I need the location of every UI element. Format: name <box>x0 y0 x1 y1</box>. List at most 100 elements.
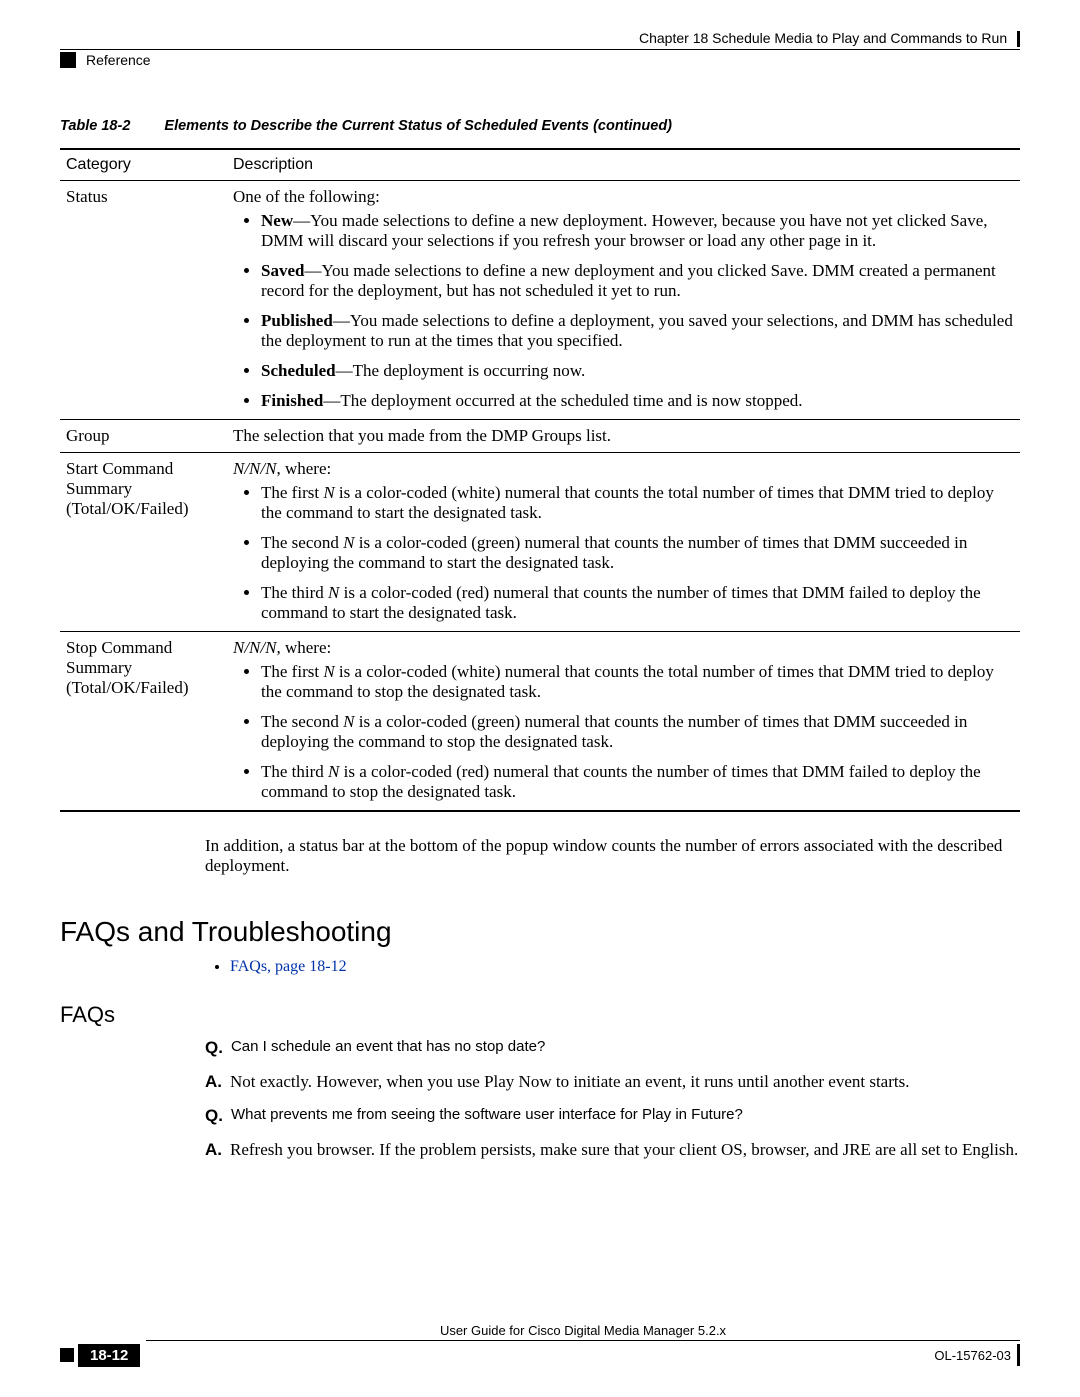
col-header-description: Description <box>227 149 1020 181</box>
footer-docid: OL-15762-03 <box>934 1348 1011 1363</box>
start-suffix: , where: <box>276 459 331 478</box>
list-item: The second N is a color-coded (green) nu… <box>261 533 1014 573</box>
status-new-text: —You made selections to define a new dep… <box>261 211 988 250</box>
stop-third-post: is a color-coded (red) numeral that coun… <box>261 762 981 801</box>
a1-text: Not exactly. However, when you use Play … <box>230 1072 909 1092</box>
heading-faqs: FAQs <box>60 1002 1020 1028</box>
header-bar-icon <box>1017 31 1020 47</box>
table-row-start: Start Command Summary (Total/OK/Failed) … <box>60 453 1020 632</box>
list-item: The second N is a color-coded (green) nu… <box>261 712 1014 752</box>
n-ital: N <box>323 662 334 681</box>
header-rule <box>60 49 1020 50</box>
table-caption-title: Elements to Describe the Current Status … <box>164 118 672 134</box>
table-row-status: Status One of the following: New—You mad… <box>60 181 1020 420</box>
q-label: Q. <box>205 1038 223 1058</box>
list-item: The third N is a color-coded (red) numer… <box>261 762 1014 802</box>
table-caption: Table 18-2 Elements to Describe the Curr… <box>60 118 1020 134</box>
q-label: Q. <box>205 1106 223 1126</box>
header-chapter-text: Chapter 18 Schedule Media to Play and Co… <box>639 30 1007 46</box>
status-scheduled-label: Scheduled <box>261 361 336 380</box>
n-ital: N <box>343 533 354 552</box>
status-finished-label: Finished <box>261 391 323 410</box>
col-header-category: Category <box>60 149 227 181</box>
heading-faqs-troubleshooting: FAQs and Troubleshooting <box>60 916 1020 948</box>
status-finished-text: —The deployment occurred at the schedule… <box>323 391 802 410</box>
start-first-pre: The first <box>261 483 323 502</box>
qa-a1: A. Not exactly. However, when you use Pl… <box>205 1072 1020 1092</box>
cell-status-desc: One of the following: New—You made selec… <box>227 181 1020 420</box>
cell-status-cat: Status <box>60 181 227 420</box>
stop-second-pre: The second <box>261 712 343 731</box>
qa-block: Q. Can I schedule an event that has no s… <box>205 1038 1020 1160</box>
cell-stop-cat: Stop Command Summary (Total/OK/Failed) <box>60 632 227 812</box>
q2-text: What prevents me from seeing the softwar… <box>231 1106 743 1126</box>
footer-left: 18-12 <box>60 1343 140 1367</box>
stop-suffix: , where: <box>276 638 331 657</box>
cell-group-desc: The selection that you made from the DMP… <box>227 420 1020 453</box>
status-intro: One of the following: <box>233 187 380 206</box>
list-item: The third N is a color-coded (red) numer… <box>261 583 1014 623</box>
square-icon <box>60 52 76 68</box>
n-ital: N <box>323 483 334 502</box>
cell-start-desc: N/N/N, where: The first N is a color-cod… <box>227 453 1020 632</box>
qa-a2: A. Refresh you browser. If the problem p… <box>205 1140 1020 1160</box>
a-label: A. <box>205 1140 222 1160</box>
stop-first-post: is a color-coded (white) numeral that co… <box>261 662 994 701</box>
stop-second-post: is a color-coded (green) numeral that co… <box>261 712 967 751</box>
status-published-text: —You made selections to define a deploym… <box>261 311 1013 350</box>
table-row-stop: Stop Command Summary (Total/OK/Failed) N… <box>60 632 1020 812</box>
list-item: The first N is a color-coded (white) num… <box>261 483 1014 523</box>
status-published-label: Published <box>261 311 333 330</box>
start-third-post: is a color-coded (red) numeral that coun… <box>261 583 981 622</box>
list-item: Finished—The deployment occurred at the … <box>261 391 1014 411</box>
start-list: The first N is a color-coded (white) num… <box>233 483 1014 623</box>
footer-bar-icon <box>1017 1344 1020 1366</box>
list-item: FAQs, page 18-12 <box>230 958 1020 976</box>
stop-pattern: N/N/N <box>233 638 276 657</box>
status-saved-text: —You made selections to define a new dep… <box>261 261 996 300</box>
list-item: Scheduled—The deployment is occurring no… <box>261 361 1014 381</box>
qa-q2: Q. What prevents me from seeing the soft… <box>205 1106 1020 1126</box>
status-saved-label: Saved <box>261 261 304 280</box>
a-label: A. <box>205 1072 222 1092</box>
table-row-group: Group The selection that you made from t… <box>60 420 1020 453</box>
header-chapter: Chapter 18 Schedule Media to Play and Co… <box>60 30 1020 49</box>
cell-start-cat: Start Command Summary (Total/OK/Failed) <box>60 453 227 632</box>
section-link-list: FAQs, page 18-12 <box>60 958 1020 976</box>
cell-group-cat: Group <box>60 420 227 453</box>
link-faqs[interactable]: FAQs, page 18-12 <box>230 958 347 975</box>
a2-text: Refresh you browser. If the problem pers… <box>230 1140 1018 1160</box>
n-ital: N <box>328 583 339 602</box>
stop-list: The first N is a color-coded (white) num… <box>233 662 1014 802</box>
stop-first-pre: The first <box>261 662 323 681</box>
q1-text: Can I schedule an event that has no stop… <box>231 1038 545 1058</box>
list-item: The first N is a color-coded (white) num… <box>261 662 1014 702</box>
stop-third-pre: The third <box>261 762 328 781</box>
start-second-post: is a color-coded (green) numeral that co… <box>261 533 967 572</box>
list-item: Published—You made selections to define … <box>261 311 1014 351</box>
list-item: Saved—You made selections to define a ne… <box>261 261 1014 301</box>
footer-bottom: 18-12 OL-15762-03 <box>60 1343 1020 1367</box>
start-third-pre: The third <box>261 583 328 602</box>
status-scheduled-text: —The deployment is occurring now. <box>336 361 586 380</box>
n-ital: N <box>343 712 354 731</box>
start-first-post: is a color-coded (white) numeral that co… <box>261 483 994 522</box>
start-pattern: N/N/N <box>233 459 276 478</box>
status-list: New—You made selections to define a new … <box>233 211 1014 411</box>
footer-title: User Guide for Cisco Digital Media Manag… <box>146 1321 1020 1341</box>
qa-q1: Q. Can I schedule an event that has no s… <box>205 1038 1020 1058</box>
para-after-table: In addition, a status bar at the bottom … <box>205 836 1020 876</box>
status-new-label: New <box>261 211 293 230</box>
start-second-pre: The second <box>261 533 343 552</box>
status-table: Category Description Status One of the f… <box>60 148 1020 812</box>
footer-page-number: 18-12 <box>78 1344 140 1367</box>
footer-right: OL-15762-03 <box>934 1343 1020 1367</box>
footer: User Guide for Cisco Digital Media Manag… <box>60 1321 1020 1367</box>
list-item: New—You made selections to define a new … <box>261 211 1014 251</box>
square-icon <box>60 1348 74 1362</box>
table-caption-label: Table 18-2 <box>60 118 130 134</box>
header-section-row: Reference <box>60 52 1020 68</box>
cell-stop-desc: N/N/N, where: The first N is a color-cod… <box>227 632 1020 812</box>
n-ital: N <box>328 762 339 781</box>
header-section-text: Reference <box>86 52 151 68</box>
